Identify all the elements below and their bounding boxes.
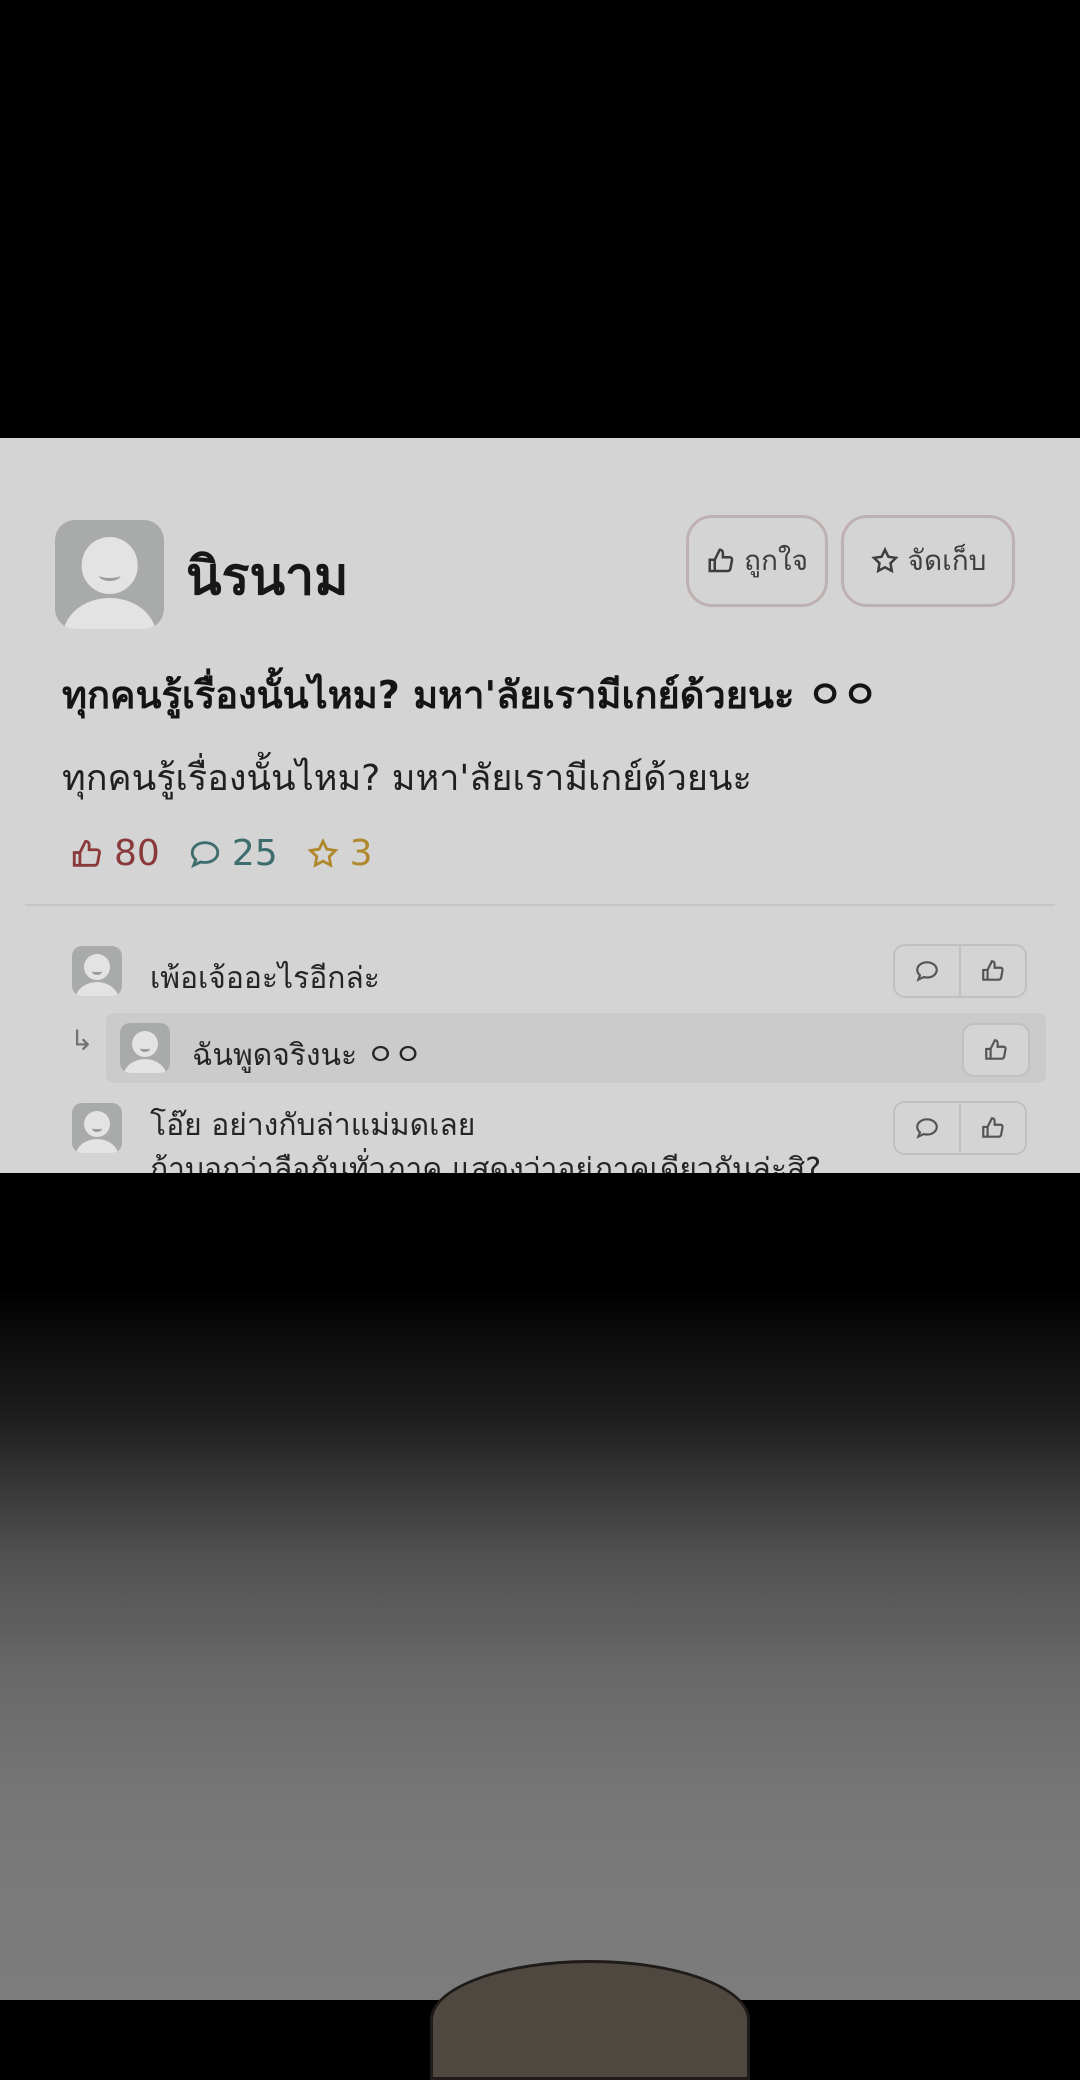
reply-arrow-icon: ↳ xyxy=(70,1024,94,1057)
post-card: นิรนาม ถูกใจ จัดเก็บ ทุกคนรู้เรื่องนั้นไ… xyxy=(0,438,1080,1173)
avatar-head xyxy=(81,537,138,595)
thumbs-up-icon xyxy=(982,1117,1004,1138)
comment-actions xyxy=(893,1101,1027,1155)
like-stat: 80 xyxy=(70,833,160,874)
post-header: นิรนาม ถูกใจ จัดเก็บ xyxy=(0,438,1080,638)
save-count: 3 xyxy=(349,833,373,874)
avatar-body xyxy=(123,1059,167,1073)
avatar-head xyxy=(84,1111,110,1137)
post-body: ทุกคนรู้เรื่องนั้นไหม? มหา'ลัยเรามีเกย์ด… xyxy=(62,758,752,799)
author-avatar[interactable] xyxy=(55,520,164,629)
comment-actions xyxy=(893,944,1027,998)
star-icon xyxy=(307,837,339,868)
speech-bubble-icon xyxy=(916,961,938,982)
save-button[interactable]: จัดเก็บ xyxy=(841,515,1015,607)
comment-like-button[interactable] xyxy=(959,1103,1025,1153)
thumbs-up-icon xyxy=(985,1039,1007,1060)
thumbs-up-icon xyxy=(982,960,1004,981)
reply-text: ฉันพูดจริงนะ ㅇㅇ xyxy=(192,1038,422,1073)
post-stats: 80 25 3 xyxy=(70,833,373,874)
reply-button[interactable] xyxy=(895,946,959,996)
thumbs-up-icon xyxy=(72,839,101,867)
avatar-body xyxy=(62,598,157,629)
save-stat: 3 xyxy=(306,833,373,874)
comment-text: โอ๊ย อย่างกับล่าแม่มดเลย xyxy=(150,1108,476,1143)
like-button-label: ถูกใจ xyxy=(744,544,808,577)
divider xyxy=(25,904,1055,906)
avatar-head xyxy=(132,1031,158,1057)
character-hair xyxy=(430,1960,750,2080)
thumbs-up-icon xyxy=(708,548,734,573)
avatar-body xyxy=(75,982,119,996)
comment-count: 25 xyxy=(231,833,278,874)
like-count: 80 xyxy=(114,833,160,874)
speech-bubble-icon xyxy=(916,1118,938,1139)
top-black-panel xyxy=(0,0,1080,438)
avatar-head xyxy=(84,954,110,980)
post-title: ทุกคนรู้เรื่องนั้นไหม? มหา'ลัยเรามีเกย์ด… xyxy=(62,673,878,717)
comment-avatar[interactable] xyxy=(72,1103,122,1153)
star-icon xyxy=(870,546,899,574)
speech-bubble-icon xyxy=(190,840,219,868)
save-button-label: จัดเก็บ xyxy=(907,544,987,577)
reply-actions xyxy=(962,1023,1030,1077)
like-button[interactable]: ถูกใจ xyxy=(686,515,828,607)
comment-like-button[interactable] xyxy=(959,946,1025,996)
reply-button[interactable] xyxy=(895,1103,959,1153)
reply-avatar[interactable] xyxy=(120,1023,170,1073)
comment-text: เพ้อเจ้ออะไรอีกล่ะ xyxy=(150,961,380,996)
comment-avatar[interactable] xyxy=(72,946,122,996)
comment-stat: 25 xyxy=(188,833,278,874)
comment-text-line2: ถ้าบอกว่าลือกันทั่วภาค แสดงว่าอยู่ภาคเดี… xyxy=(150,1152,822,1173)
avatar-body xyxy=(75,1139,119,1153)
author-name: นิรนาม xyxy=(186,547,349,607)
bottom-gradient-panel xyxy=(0,1173,1080,2000)
reply-like-button[interactable] xyxy=(964,1025,1028,1075)
